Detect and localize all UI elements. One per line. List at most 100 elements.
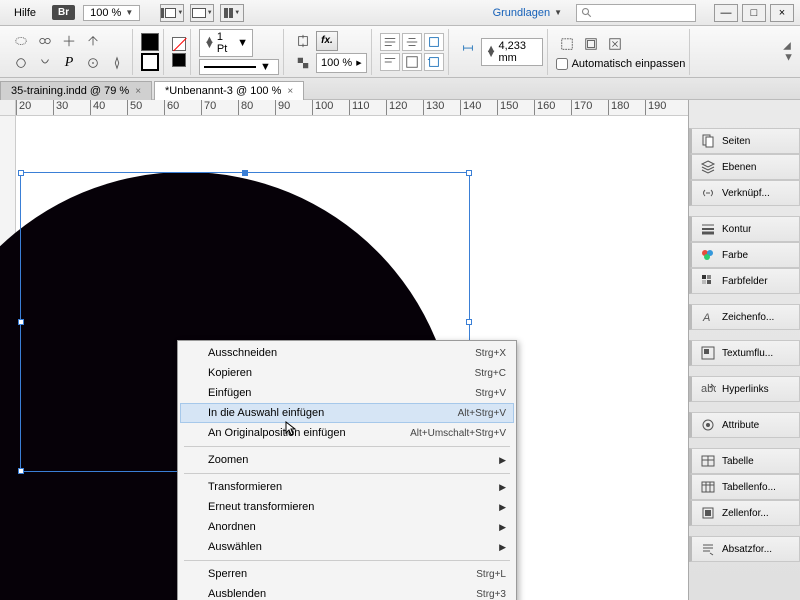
fit-icon[interactable] bbox=[556, 34, 578, 54]
panel-group: Absatzfor... bbox=[689, 536, 800, 562]
panel-tab-hyperlinks[interactable]: abcHyperlinks bbox=[689, 376, 800, 402]
panel-group: KonturFarbe Farbfelder bbox=[689, 216, 800, 294]
view-mode-button-2[interactable]: ▼ bbox=[190, 4, 214, 22]
tablefmt-icon bbox=[700, 479, 716, 495]
ruler-tick: 190 bbox=[645, 100, 682, 115]
context-menu-item[interactable]: An Originalposition einfügenAlt+Umschalt… bbox=[180, 423, 514, 443]
panel-tab-cellfmt[interactable]: Zellenfor... bbox=[689, 500, 800, 526]
context-menu-item[interactable]: SperrenStrg+L bbox=[180, 564, 514, 584]
ruler-tick: 100 bbox=[312, 100, 349, 115]
workspace-switcher[interactable]: Grundlagen▼ bbox=[487, 5, 568, 21]
canvas-area[interactable]: 2030405060708090100110120130140150160170… bbox=[0, 100, 688, 600]
tool-icon[interactable] bbox=[106, 53, 128, 73]
minimize-button[interactable]: — bbox=[714, 4, 738, 22]
align-icon[interactable] bbox=[380, 53, 400, 71]
menubar: Hilfe Br 100 %▼ ▼ ▼ ▼ Grundlagen▼ — □ × bbox=[0, 0, 800, 26]
tool-icon[interactable] bbox=[34, 53, 56, 73]
fit-icon[interactable] bbox=[604, 34, 626, 54]
view-mode-button-1[interactable]: ▼ bbox=[160, 4, 184, 22]
panel-label: Seiten bbox=[722, 136, 750, 147]
submenu-arrow-icon: ▶ bbox=[499, 522, 506, 533]
context-menu-item[interactable]: In die Auswahl einfügenAlt+Strg+V bbox=[180, 403, 514, 423]
stroke-weight-input[interactable]: ▲▼1 Pt▼ bbox=[199, 29, 253, 57]
submenu-arrow-icon: ▶ bbox=[499, 482, 506, 493]
resize-handle[interactable] bbox=[242, 170, 248, 176]
ruler-tick: 40 bbox=[90, 100, 127, 115]
menu-item-label: In die Auswahl einfügen bbox=[208, 407, 458, 419]
document-tab[interactable]: 35-training.indd @ 79 %× bbox=[0, 81, 152, 100]
stroke-swatch[interactable] bbox=[141, 53, 159, 71]
panel-label: Farbfelder bbox=[722, 276, 768, 287]
autofit-checkbox[interactable] bbox=[556, 58, 568, 70]
effects-button[interactable]: fx. bbox=[316, 31, 338, 51]
context-menu: AusschneidenStrg+XKopierenStrg+CEinfügen… bbox=[177, 340, 517, 600]
align-icon[interactable] bbox=[402, 33, 422, 51]
resize-handle[interactable] bbox=[466, 170, 472, 176]
zoom-dropdown[interactable]: 100 %▼ bbox=[83, 5, 140, 21]
align-icon[interactable] bbox=[402, 53, 422, 71]
panel-tab-attributes[interactable]: Attribute bbox=[689, 412, 800, 438]
tool-icon[interactable] bbox=[10, 53, 32, 73]
menu-separator bbox=[184, 560, 510, 561]
panel-tab-tablefmt[interactable]: Tabellenfo... bbox=[689, 474, 800, 500]
context-menu-item[interactable]: Anordnen▶ bbox=[180, 517, 514, 537]
search-input[interactable] bbox=[576, 4, 696, 22]
panel-tab-swatches[interactable]: Farbfelder bbox=[689, 268, 800, 294]
tool-icon[interactable] bbox=[34, 31, 56, 51]
context-menu-item[interactable]: Transformieren▶ bbox=[180, 477, 514, 497]
menu-item-label: Kopieren bbox=[208, 367, 475, 379]
opacity-input[interactable]: 100 %▶ bbox=[316, 53, 367, 73]
tool-icon[interactable] bbox=[82, 53, 104, 73]
context-menu-item[interactable]: Zoomen▶ bbox=[180, 450, 514, 470]
resize-handle[interactable] bbox=[466, 319, 472, 325]
panel-tab-textwrap[interactable]: Textumflu... bbox=[689, 340, 800, 366]
table-icon bbox=[700, 453, 716, 469]
context-menu-item[interactable]: AusblendenStrg+3 bbox=[180, 584, 514, 600]
color-icon bbox=[700, 247, 716, 263]
panel-tab-layers[interactable]: Ebenen bbox=[689, 154, 800, 180]
view-mode-button-3[interactable]: ▼ bbox=[220, 4, 244, 22]
swap-swatch[interactable] bbox=[172, 53, 186, 67]
close-tab-icon[interactable]: × bbox=[287, 86, 293, 97]
close-tab-icon[interactable]: × bbox=[135, 86, 141, 97]
horizontal-ruler[interactable]: 2030405060708090100110120130140150160170… bbox=[16, 100, 688, 116]
panel-tab-color[interactable]: Farbe bbox=[689, 242, 800, 268]
context-menu-item[interactable]: KopierenStrg+C bbox=[180, 363, 514, 383]
menu-help[interactable]: Hilfe bbox=[6, 4, 44, 22]
align-icon[interactable] bbox=[380, 33, 400, 51]
panel-tab-char[interactable]: AZeichenfo... bbox=[689, 304, 800, 330]
fit-icon[interactable] bbox=[580, 34, 602, 54]
resize-handle[interactable] bbox=[18, 170, 24, 176]
type-on-path-icon[interactable]: P bbox=[58, 53, 80, 73]
panel-tab-pages[interactable]: Seiten bbox=[689, 128, 800, 154]
none-swatch[interactable] bbox=[172, 37, 186, 51]
parastyle-icon bbox=[700, 541, 716, 557]
dimension-input[interactable]: ▲▼4,233 mm bbox=[481, 38, 543, 66]
wrap-icon[interactable] bbox=[424, 33, 444, 51]
maximize-button[interactable]: □ bbox=[742, 4, 766, 22]
fill-swatch[interactable] bbox=[141, 33, 159, 51]
panel-tab-table[interactable]: Tabelle bbox=[689, 448, 800, 474]
bridge-button[interactable]: Br bbox=[52, 5, 75, 20]
panel-tab-links[interactable]: Verknüpf... bbox=[689, 180, 800, 206]
stroke-style-dropdown[interactable]: ▼ bbox=[199, 59, 279, 75]
context-menu-item[interactable]: Erneut transformieren▶ bbox=[180, 497, 514, 517]
context-menu-item[interactable]: Auswählen▶ bbox=[180, 537, 514, 557]
tool-icon[interactable] bbox=[58, 31, 80, 51]
ruler-origin[interactable] bbox=[0, 100, 16, 116]
panel-tab-stroke[interactable]: Kontur bbox=[689, 216, 800, 242]
menu-item-label: Sperren bbox=[208, 568, 476, 580]
document-tab[interactable]: *Unbenannt-3 @ 100 %× bbox=[154, 81, 304, 100]
document-tabs: 35-training.indd @ 79 %× *Unbenannt-3 @ … bbox=[0, 78, 800, 100]
toolbar-options-button[interactable]: ◢▼ bbox=[783, 40, 794, 63]
wrap-icon[interactable] bbox=[424, 53, 444, 71]
resize-handle[interactable] bbox=[18, 319, 24, 325]
context-menu-item[interactable]: EinfügenStrg+V bbox=[180, 383, 514, 403]
panel-tab-parastyle[interactable]: Absatzfor... bbox=[689, 536, 800, 562]
target-icon[interactable] bbox=[292, 31, 314, 51]
context-menu-item[interactable]: AusschneidenStrg+X bbox=[180, 343, 514, 363]
tool-icon[interactable] bbox=[82, 31, 104, 51]
tool-icon[interactable] bbox=[10, 31, 32, 51]
close-button[interactable]: × bbox=[770, 4, 794, 22]
resize-handle[interactable] bbox=[18, 468, 24, 474]
